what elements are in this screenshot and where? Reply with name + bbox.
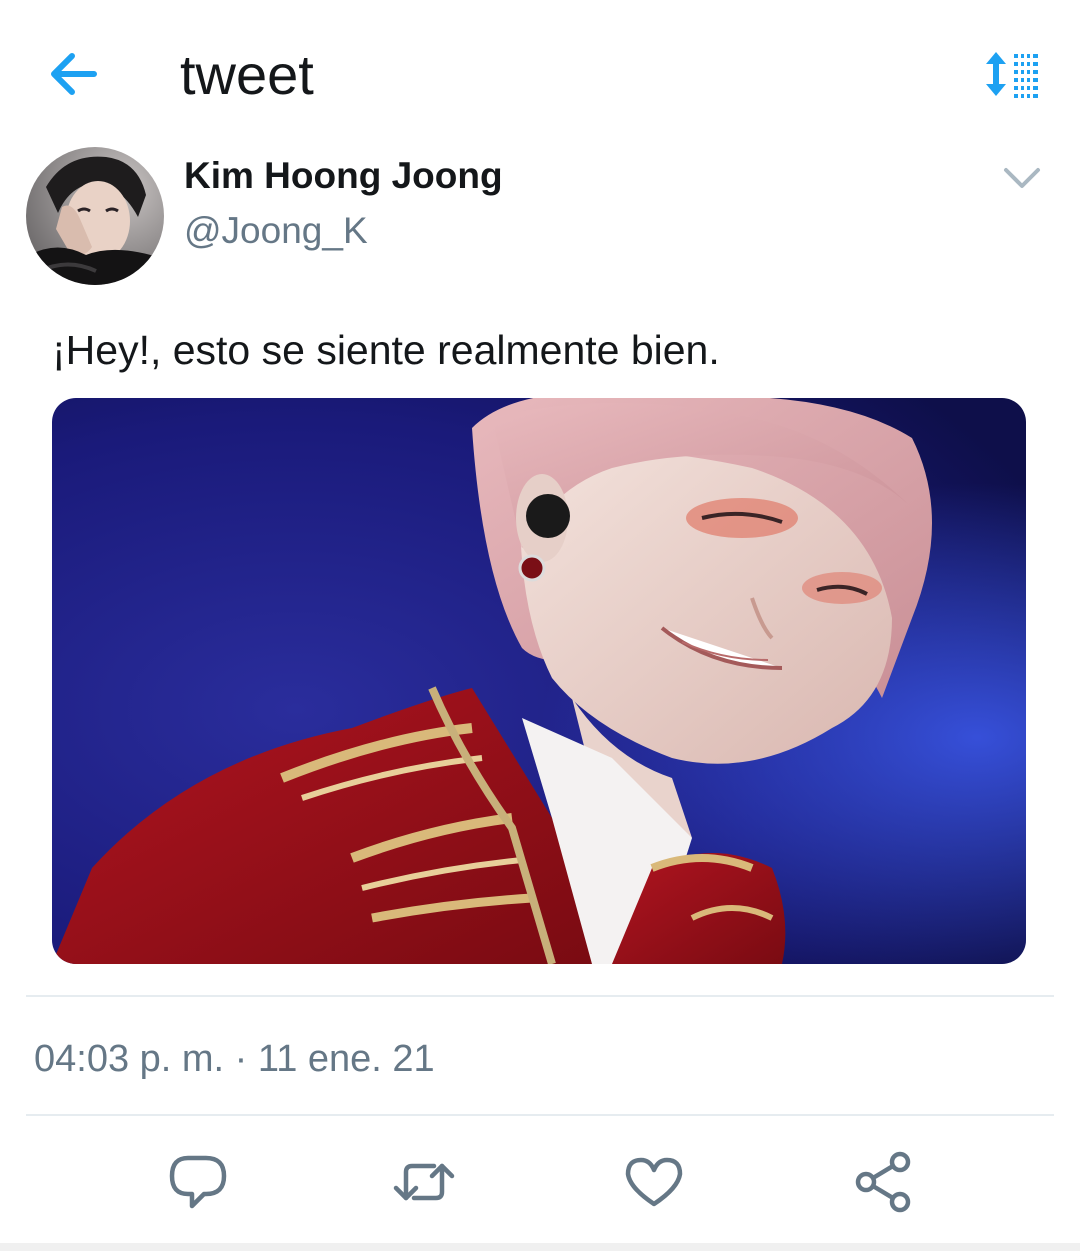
author-display-name[interactable]: Kim Hoong Joong <box>184 152 503 200</box>
tweet-media-photo[interactable] <box>52 398 1026 964</box>
reply-bubble-icon <box>169 1155 227 1209</box>
share-button[interactable] <box>852 1150 916 1214</box>
author-handle[interactable]: @Joong_K <box>184 207 368 255</box>
page-title: tweet <box>180 43 314 106</box>
sort-button[interactable] <box>982 50 1042 98</box>
chevron-down-icon <box>1004 168 1040 188</box>
avatar[interactable] <box>26 147 164 285</box>
arrow-left-icon <box>51 53 97 95</box>
like-button[interactable] <box>622 1150 686 1214</box>
heart-icon <box>625 1157 683 1207</box>
bottom-edge <box>0 1243 1080 1251</box>
back-button[interactable] <box>44 46 104 102</box>
retweet-icon <box>393 1163 455 1201</box>
divider <box>26 1114 1054 1116</box>
divider <box>26 995 1054 997</box>
avatar-photo <box>26 147 164 285</box>
sort-list-icon <box>986 52 1038 98</box>
tweet-text: ¡Hey!, esto se siente realmente bien. <box>52 327 720 373</box>
tweet-timestamp: 04:03 p. m. · 11 ene. 21 <box>34 1038 435 1080</box>
reply-button[interactable] <box>166 1150 230 1214</box>
retweet-button[interactable] <box>392 1150 456 1214</box>
top-app-bar: tweet <box>0 0 1080 150</box>
photo <box>52 398 1026 964</box>
share-icon <box>855 1151 911 1213</box>
tweet-options-button[interactable] <box>998 158 1046 198</box>
